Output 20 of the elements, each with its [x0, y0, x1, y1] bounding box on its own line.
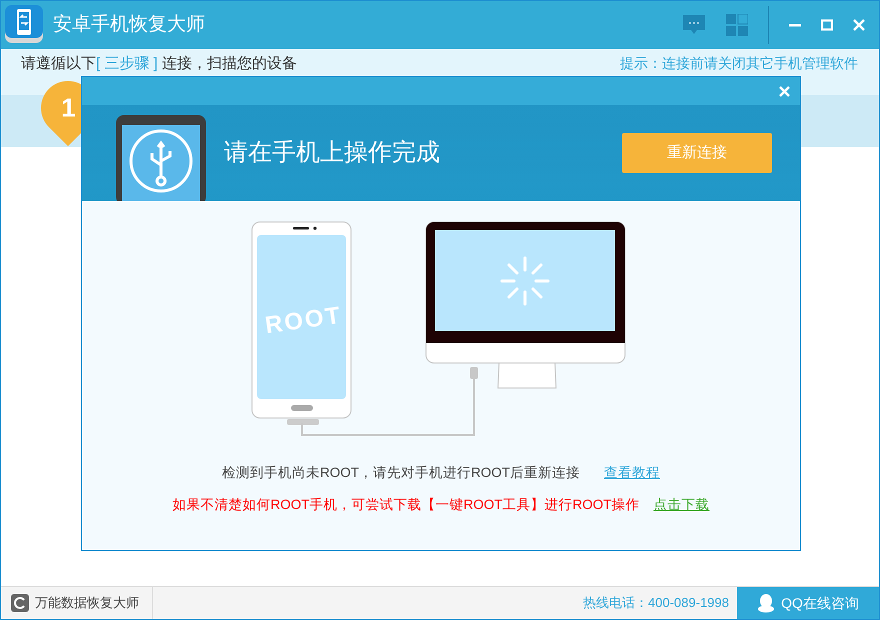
- download-link[interactable]: 点击下载: [654, 495, 710, 516]
- grid-icon[interactable]: [726, 14, 748, 36]
- close-icon[interactable]: [853, 19, 865, 31]
- reconnect-button[interactable]: 重新连接: [622, 133, 772, 173]
- root-text: ROOT: [262, 300, 344, 342]
- qq-consult-button[interactable]: QQ在线咨询: [737, 587, 879, 619]
- phone-usb-icon: [116, 115, 206, 201]
- close-icon[interactable]: [779, 86, 790, 96]
- hotline-text: 热线电话：400-089-1998: [583, 594, 729, 612]
- app-logo-icon: [5, 5, 43, 45]
- root-status-message: 检测到手机尚未ROOT，请先对手机进行ROOT后重新连接: [222, 464, 580, 482]
- root-tool-hint: 如果不清楚如何ROOT手机，可尝试下载【一键ROOT工具】进行ROOT操作: [172, 496, 640, 514]
- chat-icon[interactable]: [682, 14, 706, 36]
- refresh-icon: [11, 594, 29, 612]
- window-title: 安卓手机恢复大师: [53, 12, 205, 37]
- tip-text: 提示：连接前请关闭其它手机管理软件: [620, 54, 859, 73]
- tutorial-link[interactable]: 查看教程: [604, 463, 660, 484]
- maximize-icon[interactable]: [821, 19, 833, 31]
- app-name: 万能数据恢复大师: [35, 594, 139, 612]
- dialog-heading: 请在手机上操作完成: [224, 138, 440, 168]
